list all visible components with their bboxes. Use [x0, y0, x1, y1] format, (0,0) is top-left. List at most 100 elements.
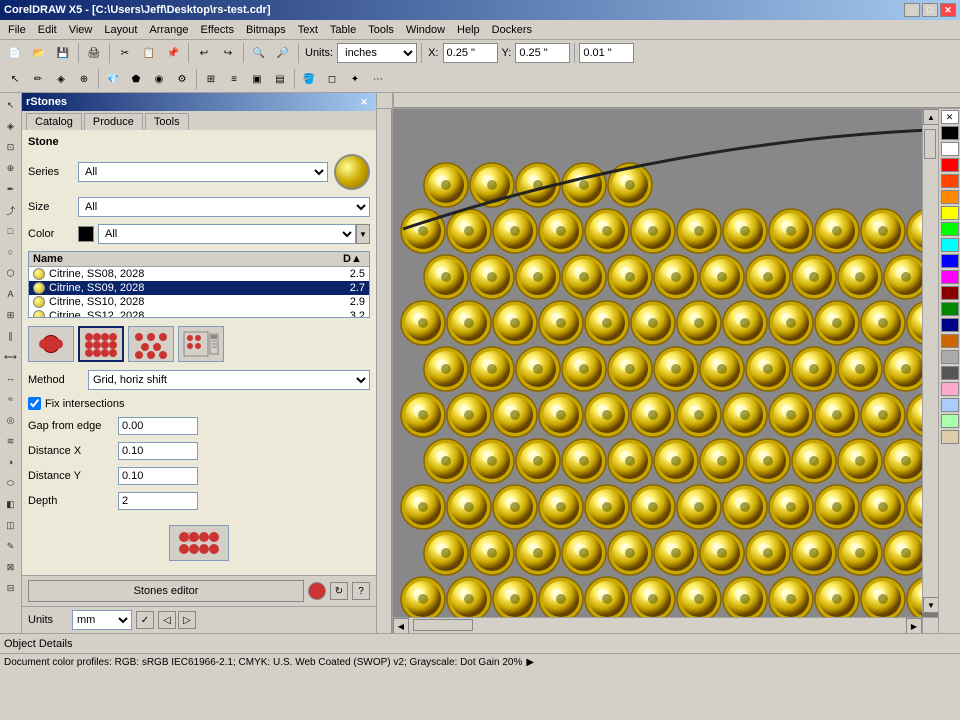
color-dropdown-arrow[interactable]: ▼ — [356, 224, 370, 244]
palette-green[interactable] — [941, 222, 959, 236]
menu-effects[interactable]: Effects — [195, 22, 240, 38]
zoom-out-button[interactable]: 🔎 — [272, 42, 294, 64]
minimize-button[interactable]: _ — [904, 3, 920, 17]
scroll-left-arrow[interactable]: ◀ — [393, 618, 409, 633]
menu-layout[interactable]: Layout — [98, 22, 143, 38]
palette-pink[interactable] — [941, 382, 959, 396]
palette-dark-green[interactable] — [941, 302, 959, 316]
panel-close-button[interactable]: ✕ — [356, 95, 372, 109]
fix-intersections-checkbox[interactable] — [28, 397, 41, 410]
step-input[interactable] — [579, 43, 634, 63]
envelope-tool[interactable]: ⬭ — [1, 473, 21, 493]
shape-tool[interactable]: ◈ — [50, 68, 72, 90]
nav-right-button[interactable]: ▷ — [178, 611, 196, 629]
menu-help[interactable]: Help — [451, 22, 486, 38]
freehand-tool[interactable]: ✏ — [27, 68, 49, 90]
units-apply-button[interactable]: ✓ — [136, 611, 154, 629]
stones-tool-3[interactable]: ◉ — [148, 68, 170, 90]
fill-tool-l[interactable]: ⊠ — [1, 557, 21, 577]
scroll-up-arrow[interactable]: ▲ — [923, 109, 938, 125]
stones-tool-2[interactable]: ⬟ — [125, 68, 147, 90]
group-tool[interactable]: ▣ — [246, 68, 268, 90]
pattern-single[interactable] — [28, 326, 74, 362]
series-select[interactable]: All — [78, 162, 328, 182]
canvas-area[interactable]: ▲ ▼ ◀ ▶ — [393, 109, 938, 633]
no-color-swatch[interactable]: ✕ — [941, 110, 959, 124]
scroll-down-arrow[interactable]: ▼ — [923, 597, 938, 613]
menu-edit[interactable]: Edit — [32, 22, 63, 38]
color-swatch[interactable] — [78, 226, 94, 242]
menu-tools[interactable]: Tools — [362, 22, 400, 38]
copy-button[interactable]: 📋 — [138, 42, 160, 64]
color-select[interactable]: All — [98, 224, 356, 244]
palette-orange[interactable] — [941, 190, 959, 204]
scroll-right-arrow[interactable]: ▶ — [906, 618, 922, 633]
scroll-h-thumb[interactable] — [413, 619, 473, 631]
scrollbar-horizontal[interactable]: ◀ ▶ — [393, 617, 922, 633]
palette-gray-light[interactable] — [941, 350, 959, 364]
units-row-select[interactable]: mm inches cm — [72, 610, 132, 630]
palette-yellow[interactable] — [941, 206, 959, 220]
stone-list-item[interactable]: Citrine, SS08, 2028 2.5 — [29, 267, 369, 281]
stones-editor-button[interactable]: Stones editor — [28, 580, 304, 602]
redo-button[interactable]: ↪ — [217, 42, 239, 64]
palette-magenta[interactable] — [941, 270, 959, 284]
dimension-tool[interactable]: ↔ — [1, 368, 21, 388]
menu-window[interactable]: Window — [400, 22, 451, 38]
zoom-tool[interactable]: ⊕ — [73, 68, 95, 90]
method-select[interactable]: Grid, horiz shift Grid, vert shift Rando… — [88, 370, 370, 390]
apply-button[interactable] — [169, 525, 229, 561]
open-button[interactable]: 📂 — [28, 42, 50, 64]
zoom-tool-l[interactable]: ⊕ — [1, 158, 21, 178]
align-tool[interactable]: ⊞ — [200, 68, 222, 90]
menu-file[interactable]: File — [2, 22, 32, 38]
cut-button[interactable]: ✂ — [114, 42, 136, 64]
menu-text[interactable]: Text — [292, 22, 324, 38]
pattern-custom[interactable] — [178, 326, 224, 362]
tab-produce[interactable]: Produce — [84, 113, 143, 130]
smart-draw[interactable]: ⤴ — [1, 200, 21, 220]
palette-black[interactable] — [941, 126, 959, 140]
red-stone-button[interactable] — [308, 582, 326, 600]
x-input[interactable] — [443, 43, 498, 63]
outline-tool[interactable]: ◻ — [321, 68, 343, 90]
paste-button[interactable]: 📌 — [162, 42, 184, 64]
palette-gray-dark[interactable] — [941, 366, 959, 380]
tab-catalog[interactable]: Catalog — [26, 113, 82, 130]
palette-white[interactable] — [941, 142, 959, 156]
parallel-tool[interactable]: ∥ — [1, 326, 21, 346]
palette-tan[interactable] — [941, 430, 959, 444]
maximize-button[interactable]: □ — [922, 3, 938, 17]
palette-red[interactable] — [941, 158, 959, 172]
menu-bitmaps[interactable]: Bitmaps — [240, 22, 292, 38]
pointer-tool[interactable]: ↖ — [1, 95, 21, 115]
stone-list-item[interactable]: Citrine, SS09, 2028 2.7 — [29, 281, 369, 295]
ungroup-tool[interactable]: ▤ — [269, 68, 291, 90]
depth-input[interactable] — [118, 492, 198, 510]
stone-list-item[interactable]: Citrine, SS12, 2028 3.2 — [29, 309, 369, 318]
pattern-grid[interactable] — [78, 326, 124, 362]
fill-tool[interactable]: 🪣 — [298, 68, 320, 90]
distance-x-input[interactable] — [118, 442, 198, 460]
tab-tools[interactable]: Tools — [145, 113, 189, 130]
palette-orange-red[interactable] — [941, 174, 959, 188]
close-button[interactable]: ✕ — [940, 3, 956, 17]
size-select[interactable]: All — [78, 197, 370, 217]
y-input[interactable] — [515, 43, 570, 63]
shadow-tool[interactable]: ◑ — [1, 452, 21, 472]
help-button[interactable]: ? — [352, 582, 370, 600]
contour-tool[interactable]: ◎ — [1, 410, 21, 430]
connector-tool[interactable]: ⟷ — [1, 347, 21, 367]
palette-light-blue[interactable] — [941, 398, 959, 412]
scroll-v-thumb[interactable] — [924, 129, 936, 159]
menu-table[interactable]: Table — [324, 22, 362, 38]
distort-tool[interactable]: ≋ — [1, 431, 21, 451]
menu-arrange[interactable]: Arrange — [143, 22, 194, 38]
scrollbar-vertical[interactable]: ▲ ▼ — [922, 109, 938, 613]
transparency-tool[interactable]: ◫ — [1, 515, 21, 535]
crop-tool[interactable]: ⊡ — [1, 137, 21, 157]
freehand-tool-l[interactable]: ✒ — [1, 179, 21, 199]
palette-dark-blue[interactable] — [941, 318, 959, 332]
table-tool-l[interactable]: ⊞ — [1, 305, 21, 325]
nav-left-button[interactable]: ◁ — [158, 611, 176, 629]
